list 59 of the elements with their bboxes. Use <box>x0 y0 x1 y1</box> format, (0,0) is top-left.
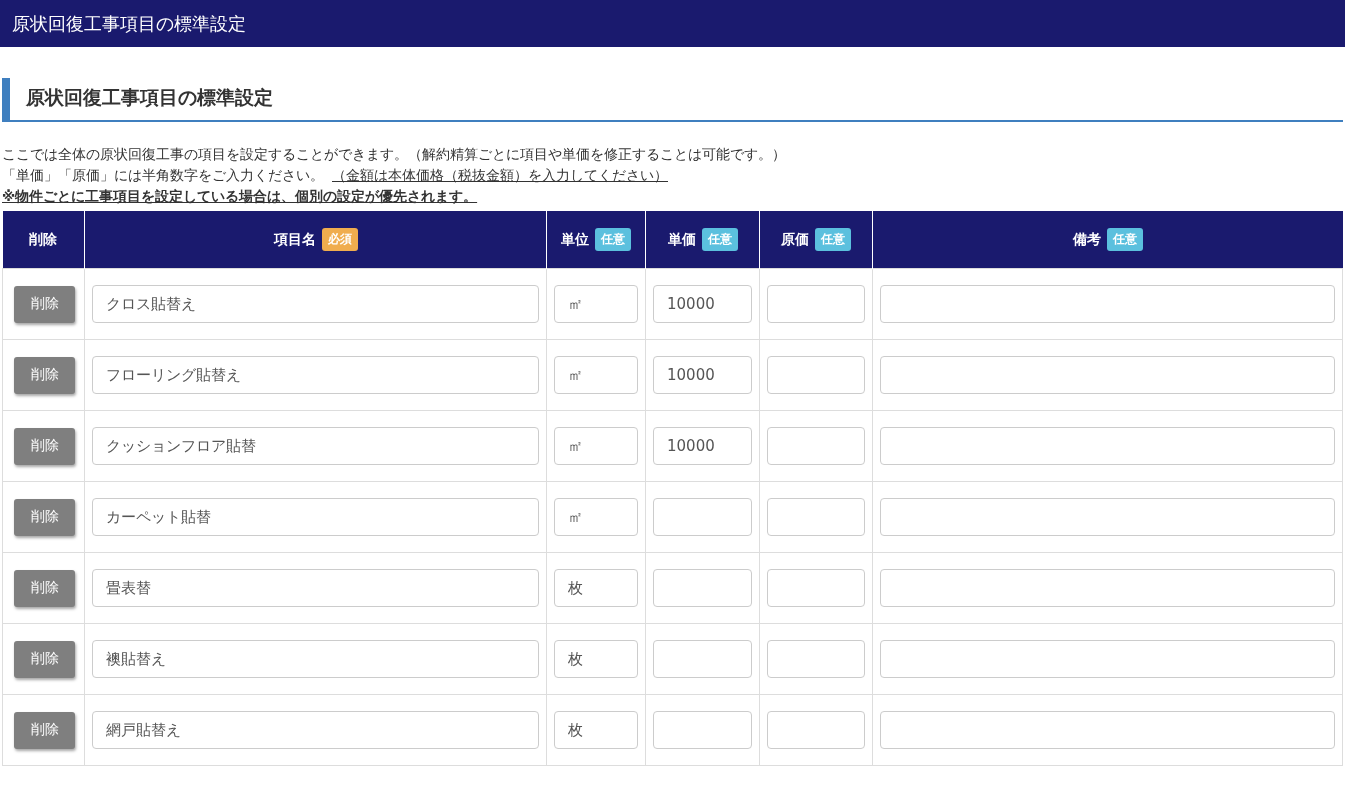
name-input[interactable]: 畳表替 <box>92 569 539 607</box>
unit-input[interactable]: ㎡ <box>554 356 638 394</box>
cost-input[interactable] <box>767 285 865 323</box>
optional-badge: 任意 <box>595 228 631 251</box>
remarks-input[interactable] <box>880 711 1335 749</box>
optional-badge: 任意 <box>1106 228 1143 251</box>
delete-button[interactable]: 削除 <box>14 356 75 394</box>
price-input[interactable] <box>653 498 752 536</box>
delete-button[interactable]: 削除 <box>14 640 75 678</box>
required-badge: 必須 <box>321 228 358 251</box>
price-input[interactable]: 10000 <box>653 285 752 323</box>
optional-badge: 任意 <box>815 228 851 251</box>
cost-input[interactable] <box>767 356 865 394</box>
delete-button[interactable]: 削除 <box>14 427 75 465</box>
page-heading: 原状回復工事項目の標準設定 <box>2 78 1343 122</box>
name-input[interactable]: 襖貼替え <box>92 640 539 678</box>
description-text: ここでは全体の原状回復工事の項目を設定することができます。（解約精算ごとに項目や単価を修正することは可能です。） <box>2 146 786 162</box>
delete-button[interactable]: 削除 <box>14 498 75 536</box>
remarks-input[interactable] <box>880 285 1335 323</box>
column-label: 単位 <box>561 230 589 249</box>
remarks-input[interactable] <box>880 498 1335 536</box>
delete-button[interactable]: 削除 <box>14 711 75 749</box>
cost-input[interactable] <box>767 569 865 607</box>
unit-input[interactable]: 枚 <box>554 711 638 749</box>
cost-input[interactable] <box>767 640 865 678</box>
delete-button[interactable]: 削除 <box>14 285 75 323</box>
price-input[interactable]: 10000 <box>653 427 752 465</box>
column-label: 単価 <box>667 230 696 249</box>
column-label: 項目名 <box>273 230 316 249</box>
name-input[interactable]: カーペット貼替 <box>92 498 539 536</box>
cost-input[interactable] <box>767 427 865 465</box>
unit-input[interactable]: ㎡ <box>554 285 638 323</box>
name-input[interactable]: フローリング貼替え <box>92 356 539 394</box>
cost-input[interactable] <box>767 711 865 749</box>
remarks-input[interactable] <box>880 356 1335 394</box>
column-label: 備考 <box>1072 230 1101 249</box>
unit-input[interactable]: ㎡ <box>554 498 638 536</box>
price-input[interactable] <box>653 711 752 749</box>
priority-warning: ※物件ごとに工事項目を設定している場合は、個別の設定が優先されます。 <box>2 188 478 204</box>
column-label: 削除 <box>29 230 58 249</box>
name-input[interactable]: クロス貼替え <box>92 285 539 323</box>
price-input[interactable] <box>653 640 752 678</box>
unit-input[interactable]: ㎡ <box>554 427 638 465</box>
price-input[interactable] <box>653 569 752 607</box>
unit-input[interactable]: 枚 <box>554 569 638 607</box>
unit-input[interactable]: 枚 <box>554 640 638 678</box>
remarks-input[interactable] <box>880 569 1335 607</box>
remarks-input[interactable] <box>880 427 1335 465</box>
description-text: 「単価」「原価」には半角数字をご入力ください。 <box>2 167 324 183</box>
name-input[interactable]: 網戸貼替え <box>92 711 539 749</box>
remarks-input[interactable] <box>880 640 1335 678</box>
column-label: 原価 <box>781 230 809 249</box>
delete-button[interactable]: 削除 <box>14 569 75 607</box>
app-title: 原状回復工事項目の標準設定 <box>12 11 246 36</box>
price-input[interactable]: 10000 <box>653 356 752 394</box>
name-input[interactable]: クッションフロア貼替 <box>92 427 539 465</box>
tax-note: （金額は本体価格（税抜金額）を入力してください） <box>332 167 668 183</box>
cost-input[interactable] <box>767 498 865 536</box>
optional-badge: 任意 <box>701 228 738 251</box>
